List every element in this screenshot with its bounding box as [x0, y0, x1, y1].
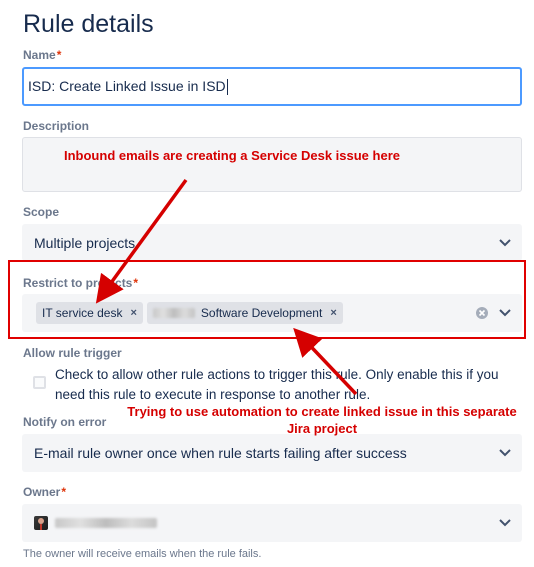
- chevron-down-icon: [499, 519, 511, 527]
- description-label: Description: [23, 119, 90, 133]
- owner-label-text: Owner: [23, 485, 61, 499]
- clear-circle-icon[interactable]: [475, 306, 489, 320]
- owner-label: Owner*: [23, 485, 66, 499]
- redacted-owner-name: [55, 518, 157, 528]
- project-chip: IT service desk ×: [36, 302, 143, 324]
- project-chip: Software Development ×: [146, 302, 343, 324]
- page-title: Rule details: [23, 10, 154, 38]
- annotation-bottom: Trying to use automation to create linke…: [127, 404, 517, 436]
- name-input[interactable]: ISD: Create Linked Issue in ISD: [22, 67, 522, 106]
- close-icon[interactable]: ×: [330, 307, 336, 319]
- name-label: Name*: [23, 48, 61, 62]
- text-cursor: [226, 79, 228, 96]
- restrict-multiselect[interactable]: IT service desk × Software Development ×: [22, 294, 522, 332]
- owner-select[interactable]: [22, 504, 522, 542]
- name-label-text: Name: [23, 48, 56, 62]
- required-mark: *: [133, 276, 139, 290]
- redacted-text: [152, 308, 195, 318]
- notify-label: Notify on error: [23, 415, 107, 429]
- close-icon[interactable]: ×: [130, 307, 136, 319]
- name-input-value: ISD: Create Linked Issue in ISD: [28, 78, 226, 94]
- scope-value: Multiple projects: [34, 234, 136, 251]
- required-mark: *: [56, 48, 62, 62]
- annotation-top: Inbound emails are creating a Service De…: [64, 148, 400, 163]
- avatar: [34, 516, 48, 530]
- rule-trigger-text: Check to allow other rule actions to tri…: [55, 367, 499, 402]
- notify-value: E-mail rule owner once when rule starts …: [34, 445, 407, 461]
- chip-label: Software Development: [200, 306, 323, 320]
- notify-select[interactable]: E-mail rule owner once when rule starts …: [22, 434, 522, 472]
- chevron-down-icon[interactable]: [498, 308, 512, 318]
- rule-trigger-label: Allow rule trigger: [23, 346, 122, 360]
- chip-label: IT service desk: [42, 306, 123, 320]
- rule-trigger-checkbox[interactable]: [33, 376, 46, 389]
- scope-select[interactable]: Multiple projects: [22, 224, 522, 261]
- required-mark: *: [61, 485, 67, 499]
- chevron-down-icon: [499, 238, 511, 246]
- owner-help-text: The owner will receive emails when the r…: [23, 548, 262, 560]
- restrict-label: Restrict to projects*: [23, 276, 138, 290]
- description-textarea[interactable]: [22, 137, 522, 192]
- chevron-down-icon: [499, 449, 511, 457]
- restrict-label-text: Restrict to projects: [23, 276, 133, 290]
- scope-label: Scope: [23, 205, 60, 219]
